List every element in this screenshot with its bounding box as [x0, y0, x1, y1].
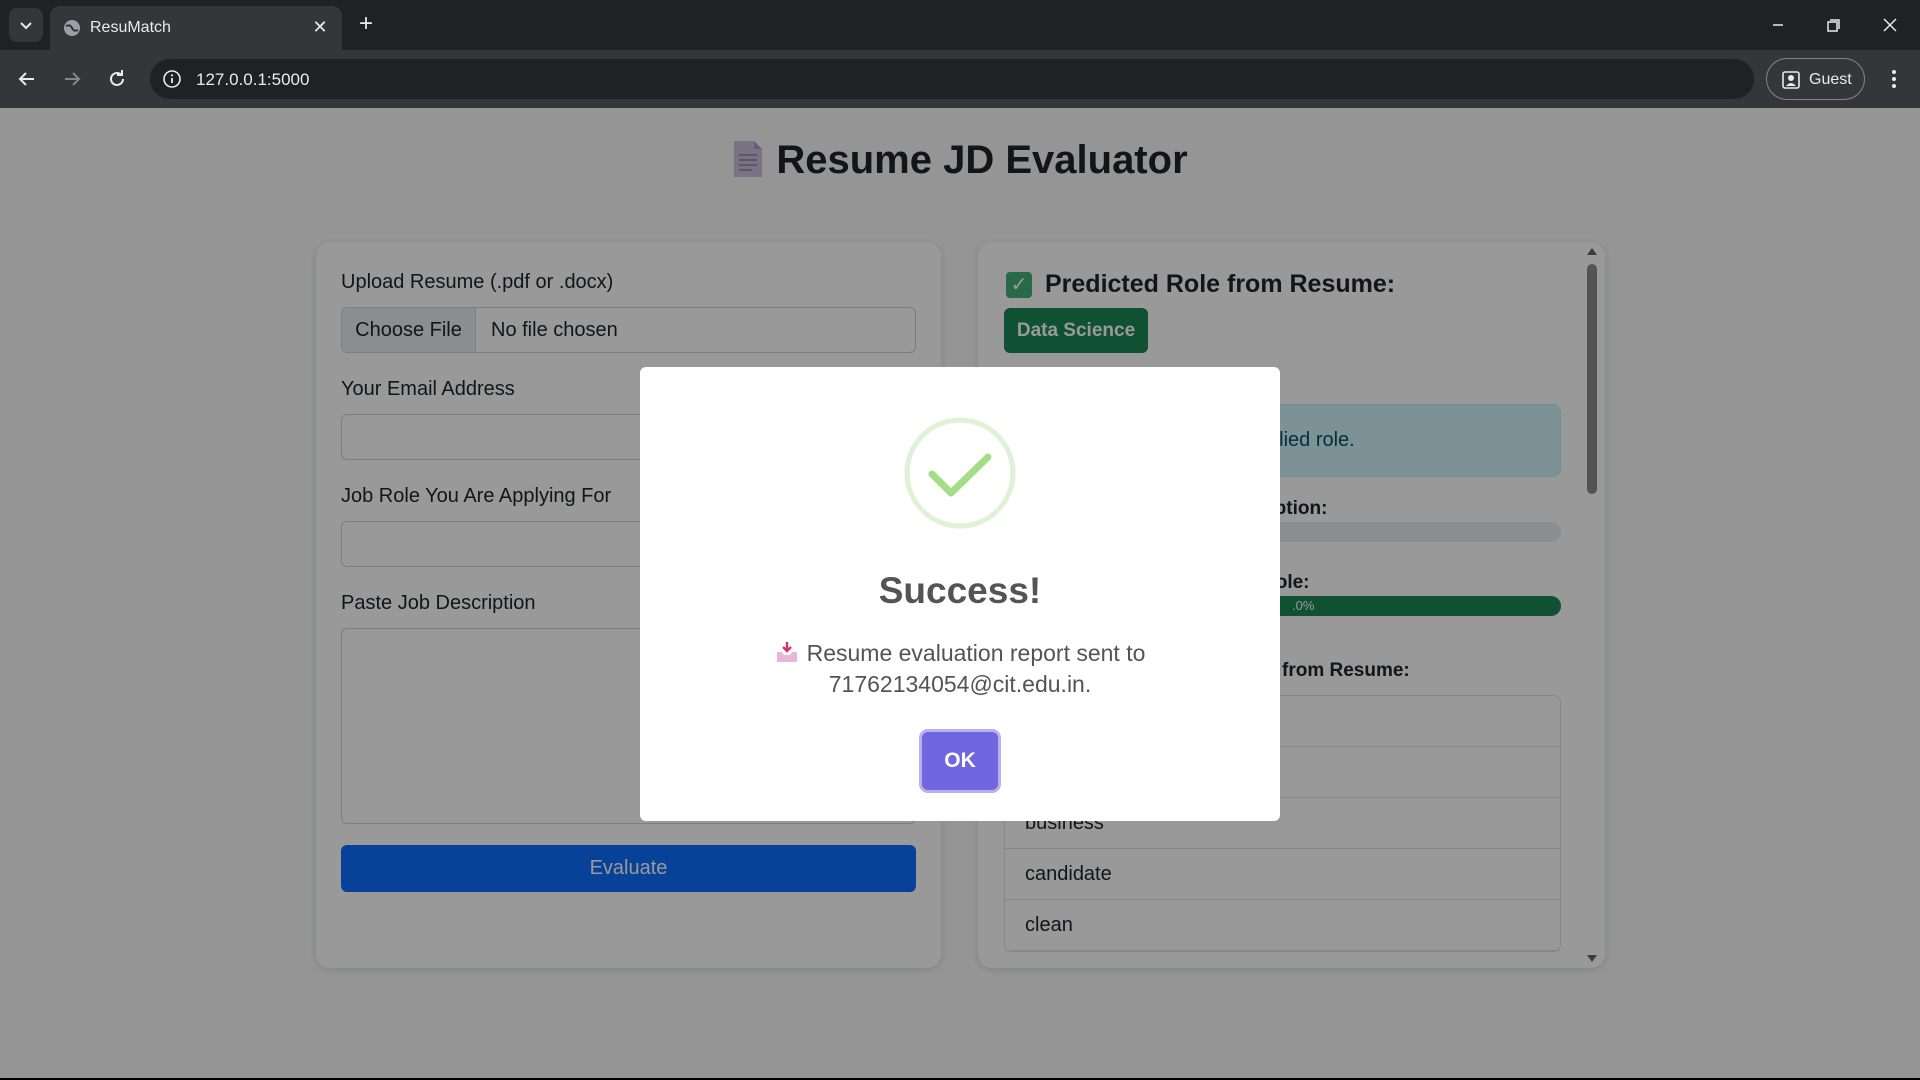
url-text: 127.0.0.1:5000	[196, 70, 310, 89]
tab-title: ResuMatch	[90, 19, 171, 36]
dialog-message: Resume evaluation report sent to 7176213…	[700, 638, 1220, 700]
dialog-message-text: Resume evaluation report sent to 7176213…	[806, 640, 1146, 697]
tab-search-button[interactable]	[9, 8, 43, 42]
success-check-icon	[904, 417, 1016, 529]
success-dialog: Success! Resume evaluation report sent t…	[640, 367, 1280, 821]
back-arrow-icon[interactable]	[14, 66, 40, 92]
profile-button[interactable]: Guest	[1766, 58, 1865, 100]
chevron-down-icon	[20, 22, 32, 30]
address-bar[interactable]: 127.0.0.1:5000	[150, 59, 1754, 99]
browser-toolbar: 127.0.0.1:5000 Guest	[0, 50, 1920, 108]
minimize-icon[interactable]	[1765, 12, 1791, 38]
browser-tab-bar: ResuMatch ✕ +	[0, 0, 1920, 50]
globe-icon	[64, 20, 80, 36]
dialog-title: Success!	[878, 570, 1042, 611]
inbox-tray-icon	[776, 642, 797, 662]
info-icon[interactable]	[162, 69, 182, 89]
profile-label: Guest	[1809, 71, 1852, 88]
restore-icon[interactable]	[1820, 12, 1846, 38]
profile-icon	[1782, 71, 1800, 89]
reload-icon[interactable]	[104, 66, 130, 92]
new-tab-button[interactable]: +	[354, 12, 378, 36]
ok-button[interactable]: OK	[922, 732, 998, 790]
close-icon[interactable]: ✕	[310, 17, 330, 37]
browser-tab[interactable]: ResuMatch ✕	[50, 6, 342, 50]
forward-arrow-icon[interactable]	[59, 66, 85, 92]
window-close-icon[interactable]	[1877, 12, 1903, 38]
more-menu-icon[interactable]	[1882, 66, 1906, 92]
